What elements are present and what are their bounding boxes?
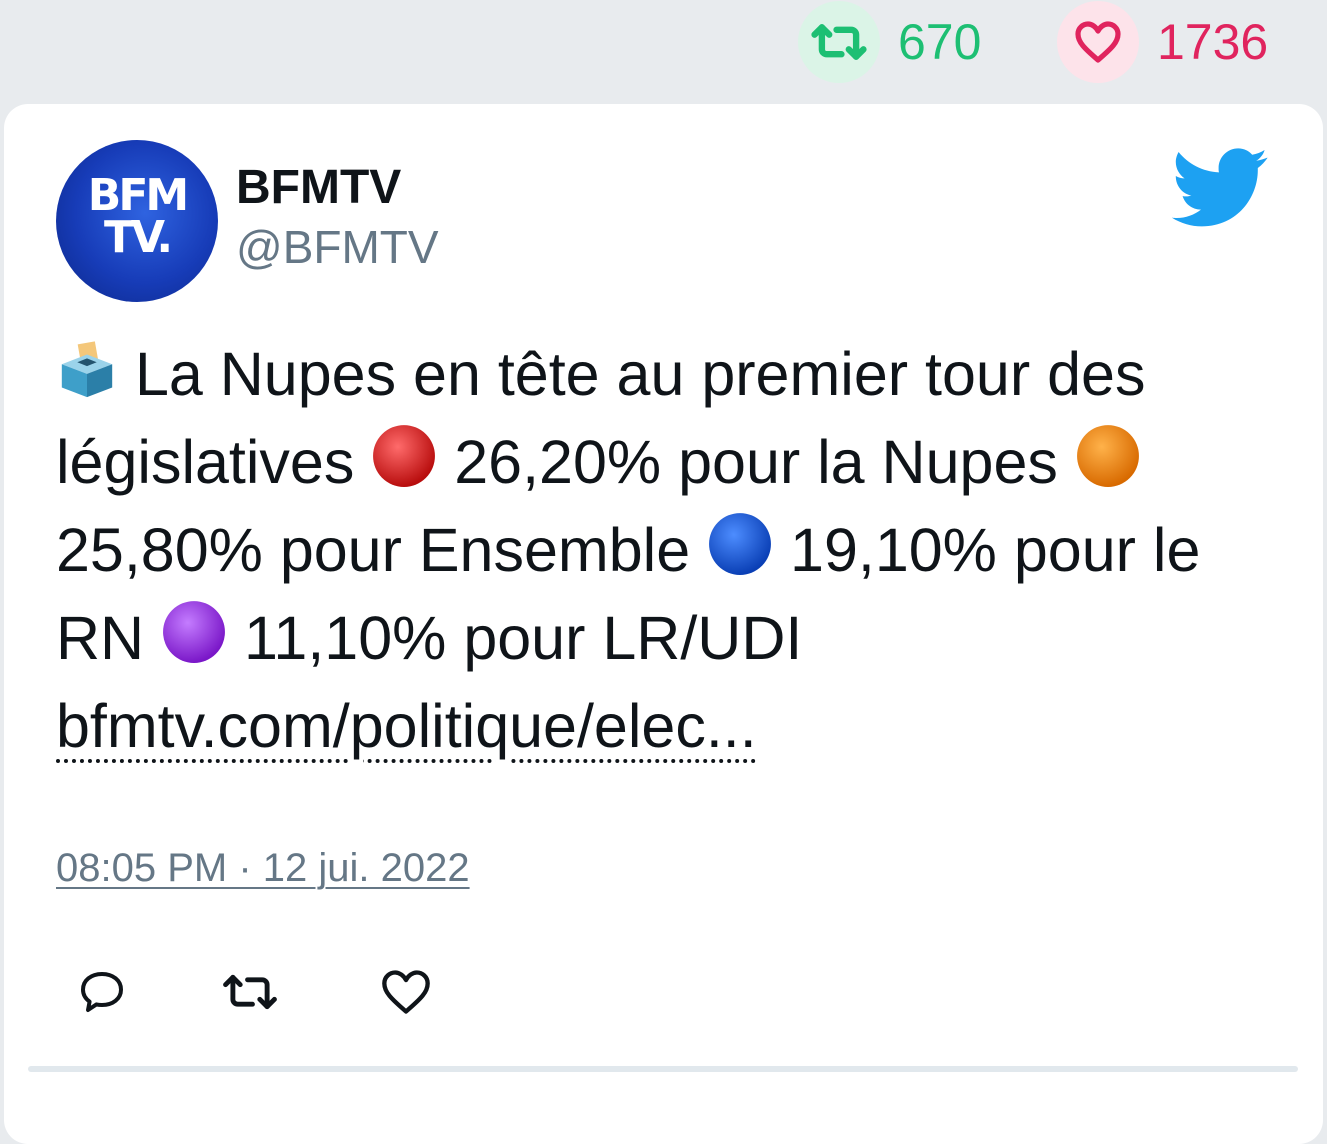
like-button[interactable] (376, 964, 436, 1020)
tweet-timestamp[interactable]: 08:05 PM · 12 jui. 2022 (56, 846, 470, 891)
avatar[interactable]: BFM TV. (56, 140, 218, 302)
retweet-icon[interactable] (798, 1, 880, 83)
reply-button[interactable] (72, 964, 132, 1020)
purple-circle-icon (163, 601, 225, 663)
red-circle-icon (373, 425, 436, 487)
reply-icon (81, 972, 123, 1012)
divider (28, 1066, 1298, 1072)
retweet-stat[interactable]: 670 (798, 0, 981, 84)
retweet-button[interactable] (220, 964, 280, 1020)
stats-bar: 670 1736 (0, 0, 1327, 100)
heart-icon[interactable] (1057, 1, 1139, 83)
tweet-segment: 26,20% pour la Nupes (437, 428, 1075, 496)
blue-circle-icon (709, 513, 772, 575)
ballot-box-icon (61, 341, 113, 398)
retweet-icon (223, 974, 277, 1010)
orange-circle-icon (1076, 425, 1139, 487)
like-stat[interactable]: 1736 (1057, 0, 1268, 84)
retweet-count: 670 (898, 14, 982, 70)
tweet-card: BFM TV. BFMTV @BFMTV La Nupes en tête au… (4, 104, 1323, 1144)
like-count: 1736 (1157, 14, 1269, 70)
bfmtv-logo: BFM TV. (87, 170, 189, 263)
author-name[interactable]: BFMTV (236, 161, 401, 215)
tweet-segment: 11,10% pour LR/UDI (227, 604, 803, 672)
tweet-text: La Nupes en tête au premier tour des lég… (56, 330, 1276, 770)
tweet-segment: 25,80% pour Ensemble (56, 516, 708, 584)
twitter-bird-icon[interactable] (1172, 148, 1270, 228)
tweet-link[interactable]: bfmtv.com/politique/elec... (56, 692, 757, 760)
author-handle[interactable]: @BFMTV (236, 222, 439, 273)
heart-outline-icon (382, 970, 430, 1014)
